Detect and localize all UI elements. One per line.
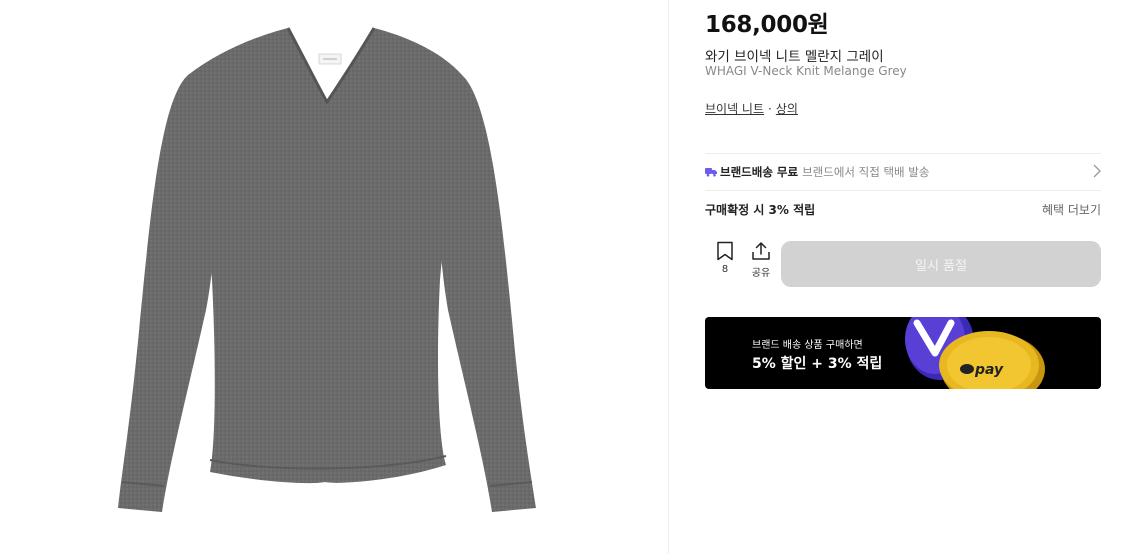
share-button[interactable]: 공유 (742, 241, 780, 287)
chevron-right-icon (1093, 164, 1101, 178)
point-accrual-label: 구매확정 시 3% 적립 (705, 202, 816, 217)
product-image-area (0, 0, 668, 554)
bookmark-count: 8 (721, 264, 729, 275)
category-separator: · (768, 102, 772, 116)
coin-illustration: pay (905, 317, 1045, 389)
product-price: 168,000원 (705, 12, 829, 38)
coin-text: pay (974, 362, 1004, 378)
promo-line-2: 5% 할인 + 3% 적립 (752, 356, 883, 372)
category-link-vneck-knit[interactable]: 브이넥 니트 (705, 102, 764, 116)
sold-out-button[interactable]: 일시 품절 (781, 241, 1101, 287)
shipping-title: 브랜드배송 무료 (720, 165, 799, 179)
benefit-row: 구매확정 시 3% 적립 혜택 더보기 (705, 191, 1101, 227)
promo-banner[interactable]: 브랜드 배송 상품 구매하면 5% 할인 + 3% 적립 pay (705, 317, 1101, 389)
product-name-korean: 와기 브이넥 니트 멜란지 그레이 (705, 49, 884, 65)
vertical-divider (668, 0, 669, 554)
more-benefits-link[interactable]: 혜택 더보기 (1042, 201, 1101, 218)
bookmark-button[interactable]: 8 (706, 241, 744, 287)
share-label: 공유 (751, 268, 771, 279)
promo-line-1: 브랜드 배송 상품 구매하면 (752, 340, 863, 351)
bookmark-icon (717, 241, 733, 261)
product-name-english: WHAGI V-Neck Knit Melange Grey (705, 64, 907, 78)
share-icon (752, 242, 770, 260)
product-image[interactable] (110, 20, 550, 530)
category-link-tops[interactable]: 상의 (776, 102, 798, 116)
shipping-description: 브랜드에서 직접 택배 발송 (802, 165, 930, 179)
shipping-info-row[interactable]: 브랜드배송 무료 브랜드에서 직접 택배 발송 (705, 154, 1101, 190)
category-breadcrumb: 브이넥 니트 · 상의 (705, 100, 798, 117)
truck-icon (705, 168, 717, 177)
